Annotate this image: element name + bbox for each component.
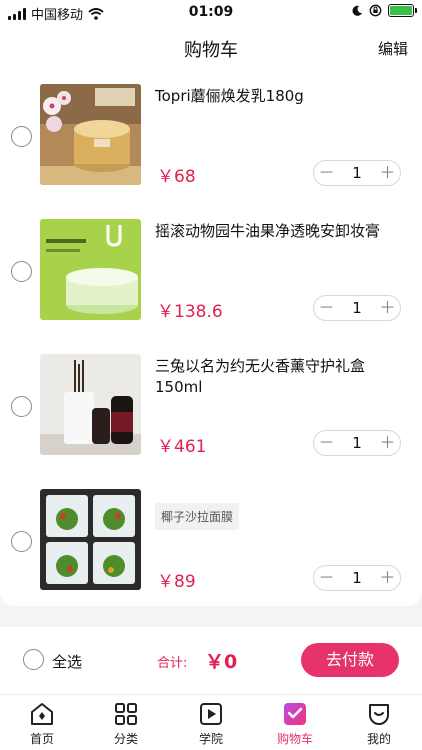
increase-button[interactable]: ＋ [375, 296, 400, 320]
nav-bar: 购物车 编辑 [0, 24, 422, 70]
tab-home[interactable]: 首页 [2, 701, 82, 747]
product-image[interactable] [40, 489, 141, 590]
product-price: ￥68 [157, 167, 196, 187]
increase-button[interactable]: ＋ [375, 161, 400, 185]
tab-academy[interactable]: 学院 [171, 701, 251, 747]
tab-profile[interactable]: 我的 [339, 701, 419, 747]
product-image[interactable] [40, 84, 141, 185]
tab-label: 首页 [29, 732, 54, 746]
quantity-stepper: － 1 ＋ [313, 430, 401, 456]
product-price: ￥89 [157, 572, 196, 592]
profile-icon [369, 704, 389, 725]
product-name[interactable]: 三兔以名为约无火香薰守护礼盒150ml [155, 356, 405, 398]
tab-bar: 首页 分类 学院 购物车 我的 [0, 694, 422, 750]
play-icon [200, 703, 222, 725]
cart-item: 椰子沙拉面膜 ￥89 － 1 ＋ [0, 475, 422, 610]
total-label: 合计: [157, 656, 188, 671]
home-icon [31, 703, 53, 725]
item-select-radio[interactable] [11, 531, 32, 552]
product-price: ￥461 [157, 437, 207, 457]
quantity-value[interactable]: 1 [339, 431, 375, 455]
tab-label: 我的 [366, 732, 391, 746]
cart-item: Topri蘑俪焕发乳180g ￥68 － 1 ＋ [0, 70, 422, 205]
cream-jar-image [40, 84, 141, 185]
product-name[interactable]: 摇滚动物园牛油果净透晚安卸妆膏 [155, 221, 405, 242]
quantity-stepper: － 1 ＋ [313, 160, 401, 186]
category-icon [115, 703, 137, 725]
checkout-button[interactable]: 去付款 [301, 643, 399, 677]
salad-mask-image [40, 489, 141, 590]
quantity-stepper: － 1 ＋ [313, 295, 401, 321]
quantity-value[interactable]: 1 [339, 161, 375, 185]
orientation-lock-icon [369, 4, 382, 17]
cart-item: 三兔以名为约无火香薰守护礼盒150ml ￥461 － 1 ＋ [0, 340, 422, 475]
tab-label: 分类 [113, 732, 138, 746]
reed-diffuser-image [40, 354, 141, 455]
status-bar: 中国移动 01:09 [0, 0, 422, 24]
page-title: 购物车 [184, 40, 238, 61]
decrease-button[interactable]: － [314, 431, 339, 455]
select-all-radio[interactable] [23, 649, 44, 670]
quantity-value[interactable]: 1 [339, 296, 375, 320]
quantity-value[interactable]: 1 [339, 566, 375, 590]
increase-button[interactable]: ＋ [375, 566, 400, 590]
cleansing-balm-image [40, 219, 141, 320]
decrease-button[interactable]: － [314, 161, 339, 185]
product-name[interactable]: Topri蘑俪焕发乳180g [155, 86, 405, 107]
cart-list: Topri蘑俪焕发乳180g ￥68 － 1 ＋ 摇滚动物园牛油果净透晚安卸妆膏… [0, 70, 422, 606]
decrease-button[interactable]: － [314, 296, 339, 320]
product-price: ￥138.6 [157, 302, 223, 322]
total-value: ￥0 [205, 651, 238, 673]
tab-category[interactable]: 分类 [86, 701, 166, 747]
quantity-stepper: － 1 ＋ [313, 565, 401, 591]
tab-label: 学院 [198, 732, 223, 746]
select-all-label[interactable]: 全选 [52, 651, 82, 672]
item-select-radio[interactable] [11, 261, 32, 282]
edit-button[interactable]: 编辑 [378, 38, 408, 59]
checkout-bar: 全选 合计: ￥0 去付款 [0, 627, 422, 694]
cart-item: 摇滚动物园牛油果净透晚安卸妆膏 ￥138.6 － 1 ＋ [0, 205, 422, 340]
moon-icon [352, 5, 362, 16]
product-image[interactable] [40, 219, 141, 320]
product-image[interactable] [40, 354, 141, 455]
cart-icon [284, 703, 306, 725]
product-tag[interactable]: 椰子沙拉面膜 [155, 503, 240, 530]
battery-icon [388, 4, 417, 17]
item-select-radio[interactable] [11, 126, 32, 147]
tab-cart[interactable]: 购物车 [255, 701, 335, 747]
status-right [351, 4, 417, 17]
tab-label: 购物车 [276, 732, 313, 746]
increase-button[interactable]: ＋ [375, 431, 400, 455]
decrease-button[interactable]: － [314, 566, 339, 590]
item-select-radio[interactable] [11, 396, 32, 417]
